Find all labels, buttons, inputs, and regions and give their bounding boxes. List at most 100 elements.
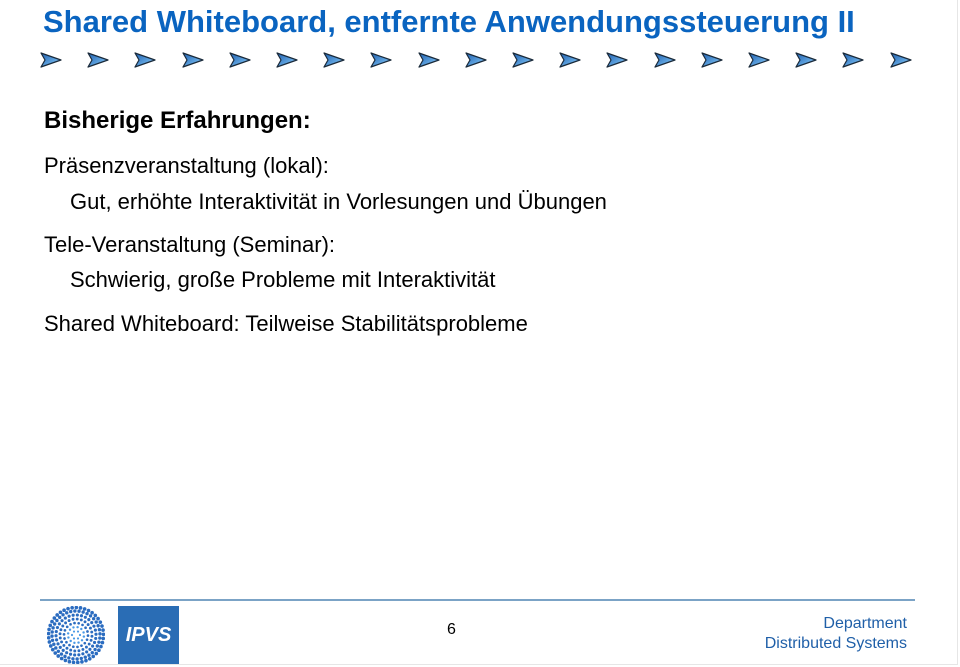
arrow-bullet-icon [701,52,723,68]
logo-dot [101,636,105,641]
logo-dot [51,626,55,630]
logo-dot [50,647,55,652]
logo-dot [61,648,65,652]
arrow-bullet-icon [417,52,440,68]
logo-dot [79,656,83,661]
logo-dot [60,619,64,623]
bullet-line-1: Präsenzveranstaltung (lokal): [44,153,329,178]
arrow-bullet-icon [559,52,581,68]
logo-dot [80,639,84,642]
logo-dot [63,628,67,632]
logo-dot [91,654,96,659]
logo-dot [72,637,76,640]
logo-dot [94,636,98,640]
arrow-bullet-icon [40,52,62,68]
logo-dot [80,644,83,648]
logo-dot [93,628,97,632]
logo-dot [62,633,66,636]
department-line-2: Distributed Systems [764,635,907,652]
arrow-bullet-icon [181,52,204,68]
logo-dot [81,623,84,627]
logo-dot [86,608,91,613]
logo-dot [96,624,100,628]
logo-dot [55,613,59,617]
page-number: 6 [447,621,456,638]
logo-dot [101,632,105,637]
logo-dot [100,640,105,645]
logo-dot [52,616,57,620]
logo-dot [98,636,102,640]
logo-dot [96,616,100,621]
logo-dot [72,626,75,629]
logo-dot [47,640,52,644]
logo-dot [55,638,59,642]
logo-dot [75,613,79,617]
arrow-bullet-icon [653,52,676,68]
logo-dot [79,618,83,622]
logo-dot [87,656,92,661]
logo-dot [92,640,97,645]
logo-dot [101,628,105,632]
logo-dot [67,619,71,623]
logo-dot [71,617,75,621]
arrow-bullet-icon [889,52,912,68]
arrow-bullet-icon [276,52,298,68]
logo-dot [71,660,76,664]
arrow-decoration-row [40,52,920,68]
content-heading: Bisherige Erfahrungen: [44,107,311,134]
logo-dot [71,657,75,661]
logo-dot [90,610,94,615]
logo-dot [68,652,73,656]
logo-dot [94,632,98,636]
arrow-bullet-icon [795,52,817,68]
bullet-line-5: Shared Whiteboard: Teilweise Stabilitäts… [44,311,528,336]
logo-dot [83,615,87,619]
logo-dot [85,650,89,654]
logo-dot [77,641,80,644]
logo-dot [70,633,74,637]
logo-dot [84,626,87,630]
logo-dot [67,614,71,618]
logo-dot [78,606,83,610]
logo-dot [94,651,99,656]
logo-dot [69,622,72,626]
logo-dot [75,660,80,664]
logo-dot [72,630,76,633]
arrow-bullet-icon [87,52,109,68]
arrow-bullet-icon [370,52,392,68]
logo-dot [92,624,96,628]
logo-dot [57,622,61,626]
logo-dot [75,657,79,661]
logo-dot [47,631,51,636]
logo-dot [82,607,87,611]
ipvs-logo: IPVS [118,606,179,664]
logo-dot [73,609,77,613]
logo-dot [48,644,53,648]
logo-dot [65,646,69,650]
logo-dot [48,623,53,628]
logo-dot [50,638,55,642]
logo-dot [76,625,79,629]
logo-dot [85,611,89,616]
logo-dot [62,643,66,647]
logo-dot [52,622,57,626]
logo-dot [66,632,70,635]
logo-dot [98,620,103,624]
logo-dot [56,654,61,658]
logo-dot [73,641,76,645]
logo-dot [58,610,63,615]
logo-dot [54,630,58,634]
logo-dot [50,619,54,624]
logo-dot [61,613,65,617]
logo-dot [79,614,84,618]
arrow-bullet-icon [606,52,628,68]
logo-dot [65,625,69,629]
logo-dot [84,645,88,649]
logo-dot [58,636,62,640]
logo-dot [73,649,77,653]
logo-dot [76,630,80,633]
logo-dot [50,630,54,634]
logo-dot [86,630,89,633]
logo-dot [91,644,95,648]
arrow-bullet-icon [134,52,156,68]
